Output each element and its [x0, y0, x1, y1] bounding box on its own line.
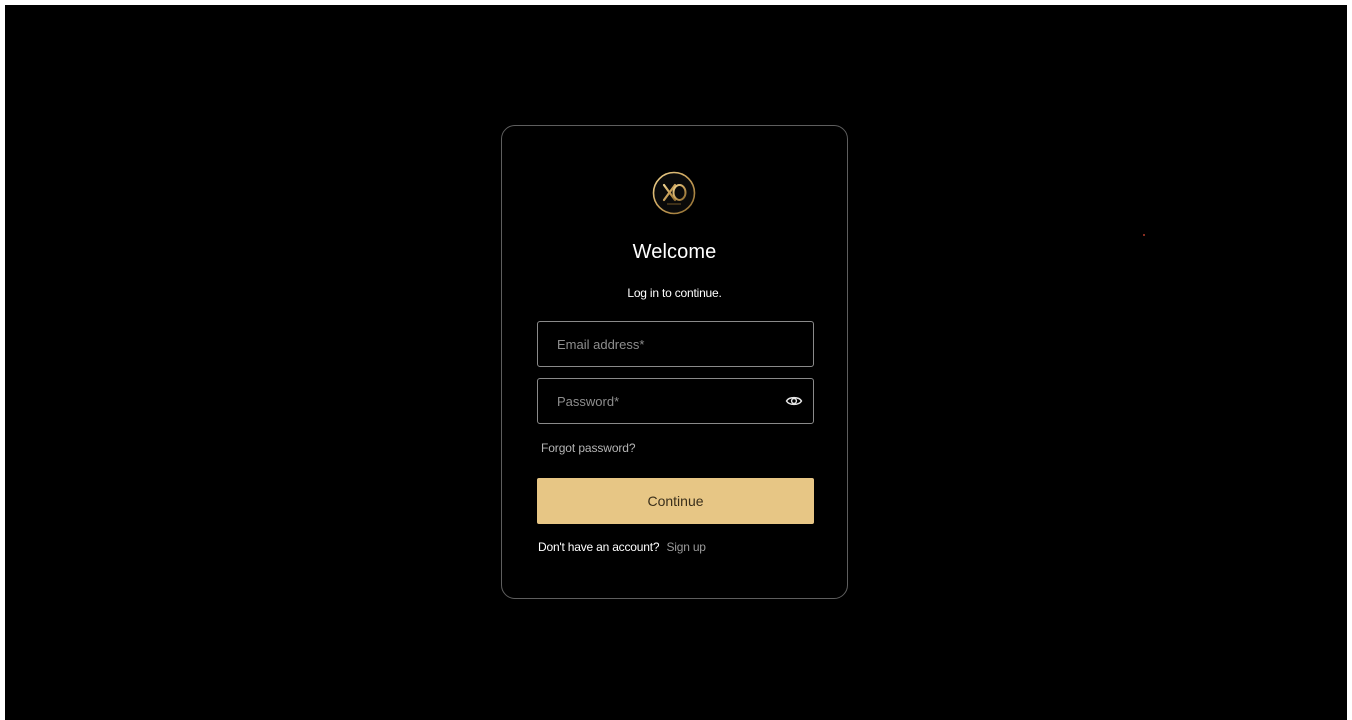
brand-logo [652, 171, 696, 215]
password-field-container [537, 378, 814, 424]
decorative-dot [1143, 234, 1145, 236]
page-title: Welcome [632, 241, 717, 263]
eye-icon[interactable] [785, 393, 803, 409]
email-input[interactable] [538, 322, 813, 366]
forgot-password-link[interactable]: Forgot password? [541, 441, 636, 455]
signup-row: Don't have an account? Sign up [538, 540, 706, 554]
password-input[interactable] [538, 379, 813, 423]
page-subtitle: Log in to continue. [627, 286, 722, 300]
signup-link[interactable]: Sign up [666, 540, 706, 554]
continue-button[interactable]: Continue [537, 478, 814, 524]
login-screen: Welcome Log in to continue. Forgot passw… [5, 5, 1347, 720]
xo-logo-icon [652, 171, 696, 215]
login-card: Welcome Log in to continue. Forgot passw… [501, 125, 848, 599]
email-field-container [537, 321, 814, 367]
signup-prompt: Don't have an account? [538, 540, 660, 554]
